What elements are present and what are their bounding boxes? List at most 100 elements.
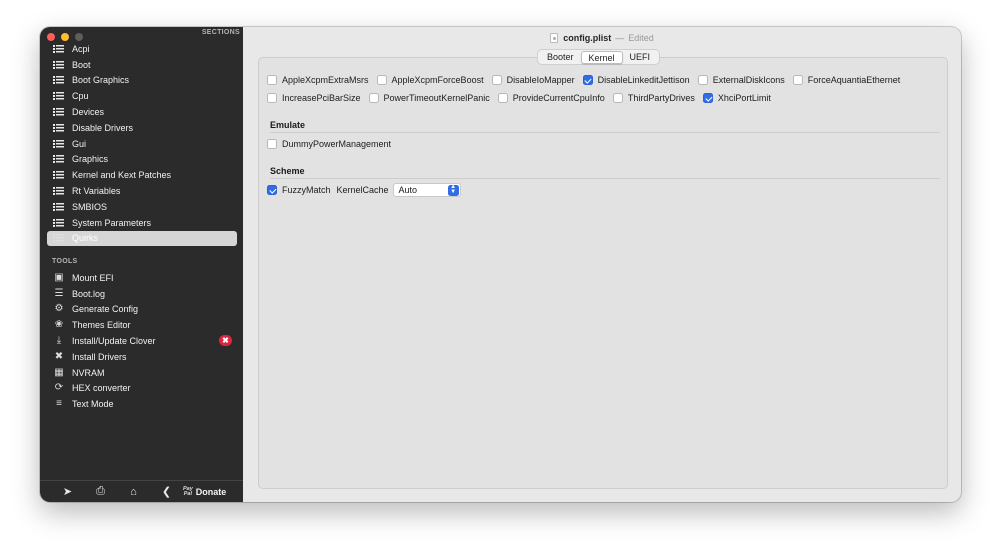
sidebar-item-label: System Parameters: [72, 217, 152, 228]
sidebar-item-label: Boot Graphics: [72, 75, 130, 86]
sidebar-item-acpi[interactable]: Acpi: [47, 41, 237, 57]
checkbox-thirdpartydrives[interactable]: ThirdPartyDrives: [612, 93, 695, 103]
tool-label: Boot.log: [72, 288, 106, 299]
sidebar-item-disable-drivers[interactable]: Disable Drivers: [47, 120, 237, 136]
window-controls: [47, 33, 83, 41]
import-icon: ➤: [62, 486, 73, 498]
zoom-window-button[interactable]: [75, 33, 83, 41]
checkbox-box[interactable]: [368, 93, 379, 103]
checkbox-fuzzymatch[interactable]: FuzzyMatch: [267, 185, 331, 195]
tool-label: Text Mode: [72, 399, 114, 410]
sidebar-item-cpu[interactable]: Cpu: [47, 88, 237, 104]
sidebar-item-rt-variables[interactable]: Rt Variables: [47, 183, 237, 199]
tool-themes-editor[interactable]: ❀ Themes Editor: [47, 317, 237, 333]
window-title: config.plist: [563, 32, 612, 43]
tab-uefi[interactable]: UEFI: [623, 51, 658, 64]
checkbox-box[interactable]: [491, 75, 502, 85]
tool-boot-log[interactable]: ☰ Boot.log: [47, 286, 237, 302]
tab-kernel[interactable]: Kernel: [580, 50, 623, 64]
donate-button[interactable]: Pay Pal Donate: [183, 486, 227, 497]
sidebar-item-graphics[interactable]: Graphics: [47, 152, 237, 168]
import-button[interactable]: ➤: [51, 483, 84, 501]
kernel-quirks-row-1: AppleXcpmExtraMsrs AppleXcpmForceBoost D…: [267, 75, 908, 85]
checkbox-powertimeoutkernelpanic[interactable]: PowerTimeoutKernelPanic: [368, 93, 490, 103]
donate-label: Donate: [195, 486, 227, 497]
tool-text-mode[interactable]: ≡ Text Mode: [47, 396, 237, 412]
checkbox-box[interactable]: [267, 75, 277, 85]
checkbox-box[interactable]: [376, 75, 387, 85]
checkbox-label: ProvideCurrentCpuInfo: [512, 93, 605, 103]
checkbox-dummypowermanagement[interactable]: DummyPowerManagement: [267, 139, 391, 149]
divider: [270, 132, 940, 133]
kernelcache-select[interactable]: Auto ▲ ▼: [392, 183, 461, 197]
export-button[interactable]: ⎙: [84, 483, 117, 501]
kernelcache-label: KernelCache: [336, 185, 389, 195]
checkbox-disablelinkeditjettison[interactable]: DisableLinkeditJettison: [582, 75, 690, 85]
list-icon: [53, 154, 65, 164]
sidebar-item-label: Kernel and Kext Patches: [72, 170, 172, 181]
close-window-button[interactable]: [47, 33, 55, 41]
sidebar-item-gui[interactable]: Gui: [47, 136, 237, 152]
sidebar-item-devices[interactable]: Devices: [47, 104, 237, 120]
log-icon: ☰: [54, 287, 64, 299]
kernelcache-value: Auto: [398, 185, 418, 195]
tab-booter[interactable]: Booter: [540, 51, 581, 64]
tool-label: Generate Config: [72, 304, 139, 315]
checkbox-box[interactable]: [792, 75, 803, 85]
sidebar-item-label: Disable Drivers: [72, 122, 134, 133]
checkbox-box[interactable]: [267, 93, 277, 103]
tool-hex-converter[interactable]: ⟳ HEX converter: [47, 381, 237, 397]
checkbox-applexcpmextramsrs[interactable]: AppleXcpmExtraMsrs: [267, 75, 369, 85]
checkbox-providecurrentcpuinfo[interactable]: ProvideCurrentCpuInfo: [497, 93, 605, 103]
checkbox-box[interactable]: [497, 93, 508, 103]
home-button[interactable]: ⌂: [117, 483, 150, 501]
checkbox-forceaquantiaethernet[interactable]: ForceAquantiaEthernet: [792, 75, 900, 85]
checkbox-box[interactable]: [267, 139, 277, 149]
checkbox-increasepcibarsize[interactable]: IncreasePciBarSize: [267, 93, 361, 103]
tab-bar: Booter Kernel UEFI: [537, 49, 661, 65]
checkbox-applexcpmforceboost[interactable]: AppleXcpmForceBoost: [376, 75, 484, 85]
tool-mount-efi[interactable]: ▣ Mount EFI: [47, 270, 237, 286]
checkbox-label: FuzzyMatch: [282, 185, 331, 195]
checkbox-box-checked[interactable]: [267, 185, 277, 195]
tool-install-update-clover[interactable]: ⤓ Install/Update Clover ✖: [47, 333, 237, 349]
sidebar-item-kernel-and-kext-patches[interactable]: Kernel and Kext Patches: [47, 167, 237, 183]
checkbox-disableiomapper[interactable]: DisableIoMapper: [491, 75, 575, 85]
checkbox-box[interactable]: [697, 75, 708, 85]
sidebar-item-boot-graphics[interactable]: Boot Graphics: [47, 73, 237, 89]
sections-list: Acpi Boot Boot Graphics Cpu Devices Disa…: [47, 41, 237, 247]
sidebar-item-system-parameters[interactable]: System Parameters: [47, 215, 237, 231]
chevron-updown-icon: ▲ ▼: [447, 184, 459, 196]
list-icon: [53, 186, 65, 196]
sidebar-item-boot[interactable]: Boot: [47, 57, 237, 73]
checkbox-box-checked[interactable]: [702, 93, 713, 103]
share-button[interactable]: ❮: [150, 483, 183, 501]
tool-label: Mount EFI: [72, 272, 114, 283]
checkbox-box[interactable]: [612, 93, 623, 103]
minimize-window-button[interactable]: [61, 33, 69, 41]
sidebar-item-smbios[interactable]: SMBIOS: [47, 199, 237, 215]
refresh-icon: ⟳: [54, 382, 64, 394]
checkbox-externaldiskicons[interactable]: ExternalDiskIcons: [697, 75, 785, 85]
tool-install-drivers[interactable]: ✖ Install Drivers: [47, 349, 237, 365]
checkbox-box-checked[interactable]: [582, 75, 593, 85]
sidebar-item-quirks[interactable]: Quirks: [47, 230, 237, 247]
tool-nvram[interactable]: ▦ NVRAM: [47, 365, 237, 381]
checkbox-label: AppleXcpmForceBoost: [391, 75, 484, 85]
kernel-quirks-row-2: IncreasePciBarSize PowerTimeoutKernelPan…: [267, 93, 779, 103]
titlebar: config.plist — Edited: [243, 27, 961, 48]
scheme-title: Scheme: [270, 166, 305, 176]
list-icon: [53, 44, 65, 54]
checkbox-label: ThirdPartyDrives: [627, 93, 695, 103]
list-icon: [53, 123, 65, 133]
checkbox-xhciportlimit[interactable]: XhciPortLimit: [702, 93, 771, 103]
tool-generate-config[interactable]: ⚙ Generate Config: [47, 302, 237, 318]
scheme-row: FuzzyMatch KernelCache Auto ▲ ▼: [267, 183, 461, 197]
tool-label: Themes Editor: [72, 320, 131, 331]
list-icon: [53, 107, 65, 117]
sidebar-item-label: Rt Variables: [72, 186, 121, 197]
checkbox-label: XhciPortLimit: [717, 93, 771, 103]
tools-list: ▣ Mount EFI ☰ Boot.log ⚙ Generate Config ❀ T…: [47, 270, 237, 412]
sidebar-item-label: Boot: [72, 59, 91, 70]
sidebar-bottom-bar: ➤ ⎙ ⌂ ❮ Pay Pal Donate: [40, 480, 243, 502]
